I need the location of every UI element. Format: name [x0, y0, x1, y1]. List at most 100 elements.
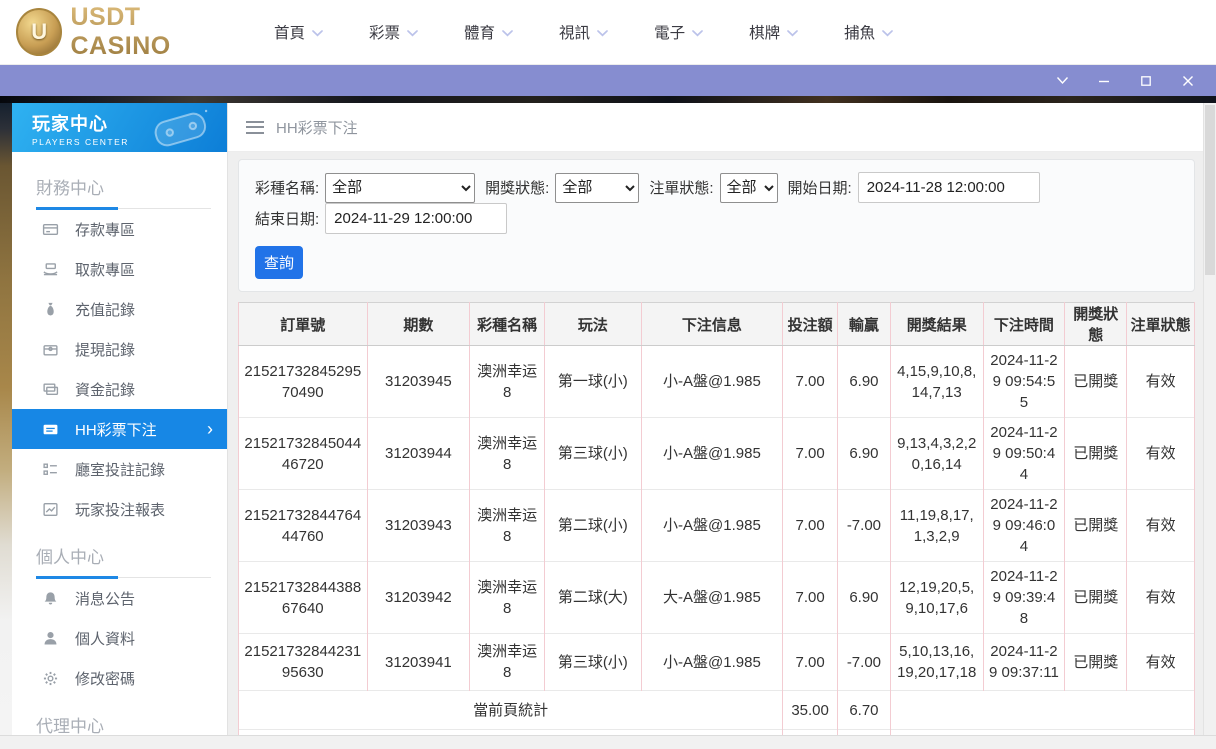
sidebar-item[interactable]: 資金記錄 ›: [12, 369, 227, 409]
end-date-input[interactable]: [325, 203, 508, 234]
sidebar-item[interactable]: 提現記錄 ›: [12, 329, 227, 369]
table-cell: 澳洲幸运8: [469, 633, 545, 691]
table-cell: 有效: [1126, 417, 1195, 490]
top-nav-item[interactable]: 電子: [654, 21, 703, 43]
window-maximize-button[interactable]: [1138, 73, 1154, 89]
hamburger-menu-icon[interactable]: [246, 120, 264, 134]
horizontal-scrollbar[interactable]: [0, 735, 1216, 749]
background-image-strip: [0, 96, 1216, 103]
main-content: HH彩票下注 彩種名稱: 全部 開獎狀態: 全部 注單狀態: 全部 開始日期: …: [228, 103, 1203, 735]
table-cell: 小-A盤@1.985: [640, 417, 784, 490]
vertical-scrollbar[interactable]: [1203, 103, 1216, 735]
table-cell: 小-A盤@1.985: [640, 345, 784, 418]
sidebar-item[interactable]: 廳室投註記錄 ›: [12, 449, 227, 489]
gear-icon: [42, 670, 59, 687]
table-cell: 小-A盤@1.985: [640, 633, 784, 691]
table-body: 2152173284529570490 31203945 澳洲幸运8 第一球(小) 小-…: [237, 345, 1196, 735]
table-cell: 2024-11-29 09:37:11: [982, 633, 1066, 691]
table-cell: 2152173284476444760: [238, 489, 368, 562]
column-header: 下注時間: [982, 302, 1066, 346]
table-cell: 2152173284529570490: [238, 345, 368, 418]
table-cell: 澳洲幸运8: [469, 417, 545, 490]
table-cell: 有效: [1126, 489, 1195, 562]
sidebar-item[interactable]: 充值記錄 ›: [12, 289, 227, 329]
table-cell: 有效: [1126, 345, 1195, 418]
window-minimize-button[interactable]: [1096, 73, 1112, 89]
vertical-scrollbar-thumb[interactable]: [1205, 105, 1215, 275]
table-cell: 大-A盤@1.985: [640, 561, 784, 634]
sidebar-item-label: 存款專區: [75, 221, 136, 239]
breadcrumb-bar: HH彩票下注: [228, 103, 1203, 152]
top-nav-item[interactable]: 彩票: [369, 21, 418, 43]
sidebar-item-label: 資金記錄: [75, 381, 136, 399]
logo[interactable]: U USDT CASINO: [16, 3, 242, 61]
sidebar-item-label: 個人資料: [75, 630, 136, 648]
sidebar: 玩家中心 PLAYERS CENTER 財務中心 存款專區 › 取款專區 › 充…: [12, 103, 228, 735]
top-nav-item[interactable]: 體育: [464, 21, 513, 43]
column-header: 玩法: [544, 302, 642, 346]
sidebar-item[interactable]: HH彩票下注 ›: [12, 409, 227, 449]
top-nav-item[interactable]: 首頁: [274, 21, 323, 43]
table-cell: 2152173284504446720: [238, 417, 368, 490]
search-button[interactable]: 查詢: [255, 246, 303, 279]
window-close-button[interactable]: [1180, 73, 1196, 89]
column-header: 訂單號: [238, 302, 368, 346]
table-row: 2152173284529570490 31203945 澳洲幸运8 第一球(小) 小-…: [238, 345, 1195, 418]
sidebar-item-label: 玩家投注報表: [75, 501, 166, 519]
top-nav-item-label: 視訊: [559, 25, 591, 42]
funds-icon: [42, 381, 59, 398]
table-cell: 2152173284423195630: [238, 633, 368, 691]
table-cell: 31203941: [366, 633, 471, 691]
sidebar-item[interactable]: 取款專區 ›: [12, 249, 227, 289]
sidebar-item-label: 取款專區: [75, 261, 136, 279]
table-cell: 7.00: [782, 345, 838, 418]
chevron-down-icon: [502, 29, 513, 36]
column-header: 期數: [366, 302, 471, 346]
table-row: 2152173284504446720 31203944 澳洲幸运8 第三球(小) 小-…: [238, 417, 1195, 490]
start-date-input[interactable]: [857, 172, 1040, 203]
sidebar-item[interactable]: 存款專區 ›: [12, 209, 227, 249]
table-cell: 6.70: [836, 690, 891, 730]
window-chevron-down-button[interactable]: [1054, 73, 1070, 89]
wallet-icon: [42, 341, 59, 358]
sidebar-item[interactable]: 修改密碼 ›: [12, 658, 227, 698]
table-cell: 有效: [1126, 633, 1195, 691]
chevron-down-icon: [787, 29, 798, 36]
table-cell: 第三球(小): [544, 417, 642, 490]
table-row: 2152173284438867640 31203942 澳洲幸运8 第二球(大) 大-…: [238, 561, 1195, 634]
draw-status-select[interactable]: 全部: [555, 172, 640, 203]
column-header: 開獎結果: [889, 302, 984, 346]
sidebar-item-label: 修改密碼: [75, 670, 136, 688]
window-titlebar: [0, 65, 1216, 96]
top-nav-item[interactable]: 棋牌: [749, 21, 798, 43]
table-cell: 當前頁統計: [237, 690, 784, 730]
lottery-type-select[interactable]: 全部: [325, 172, 476, 203]
table-header-row: 訂單號 期數 彩種名稱 玩法 下注信息 投注額 輸贏 開獎結果 下注時間 開獎狀態 注單狀態: [238, 302, 1195, 346]
top-nav-item[interactable]: 捕魚: [844, 21, 893, 43]
chevron-down-icon: [312, 29, 323, 36]
chevron-down-icon: [407, 29, 418, 36]
sidebar-item[interactable]: 玩家投注報表 ›: [12, 489, 227, 529]
column-header: 注單狀態: [1126, 302, 1195, 346]
table-cell: 6.90: [836, 345, 891, 418]
sidebar-item[interactable]: 消息公告 ›: [12, 578, 227, 618]
sidebar-item-label: HH彩票下注: [75, 421, 157, 439]
table-cell: 12,19,20,5,9,10,17,6: [889, 561, 984, 634]
room-list-icon: [42, 461, 59, 478]
table-cell: 35.00: [782, 690, 838, 730]
table-cell: 7.00: [782, 417, 838, 490]
top-nav-item[interactable]: 視訊: [559, 21, 608, 43]
table-cell: 已開獎: [1064, 633, 1128, 691]
sidebar-item[interactable]: 個人資料 ›: [12, 618, 227, 658]
column-header: 開獎狀態: [1064, 302, 1128, 346]
sidebar-menu: 財務中心 存款專區 › 取款專區 › 充值記錄 › 提現記錄 › 資金記錄 › …: [12, 152, 227, 735]
table-cell: -7.00: [836, 633, 891, 691]
sidebar-item-label: 提現記錄: [75, 341, 136, 359]
page-title: HH彩票下注: [276, 119, 358, 137]
table-row: 2152173284476444760 31203943 澳洲幸运8 第二球(小) 小-…: [238, 489, 1195, 562]
order-status-select[interactable]: 全部: [719, 172, 778, 203]
bell-icon: [42, 590, 59, 607]
table-cell: 6.90: [836, 417, 891, 490]
chevron-right-icon: ›: [207, 419, 213, 439]
table-cell: 已開獎: [1064, 417, 1128, 490]
